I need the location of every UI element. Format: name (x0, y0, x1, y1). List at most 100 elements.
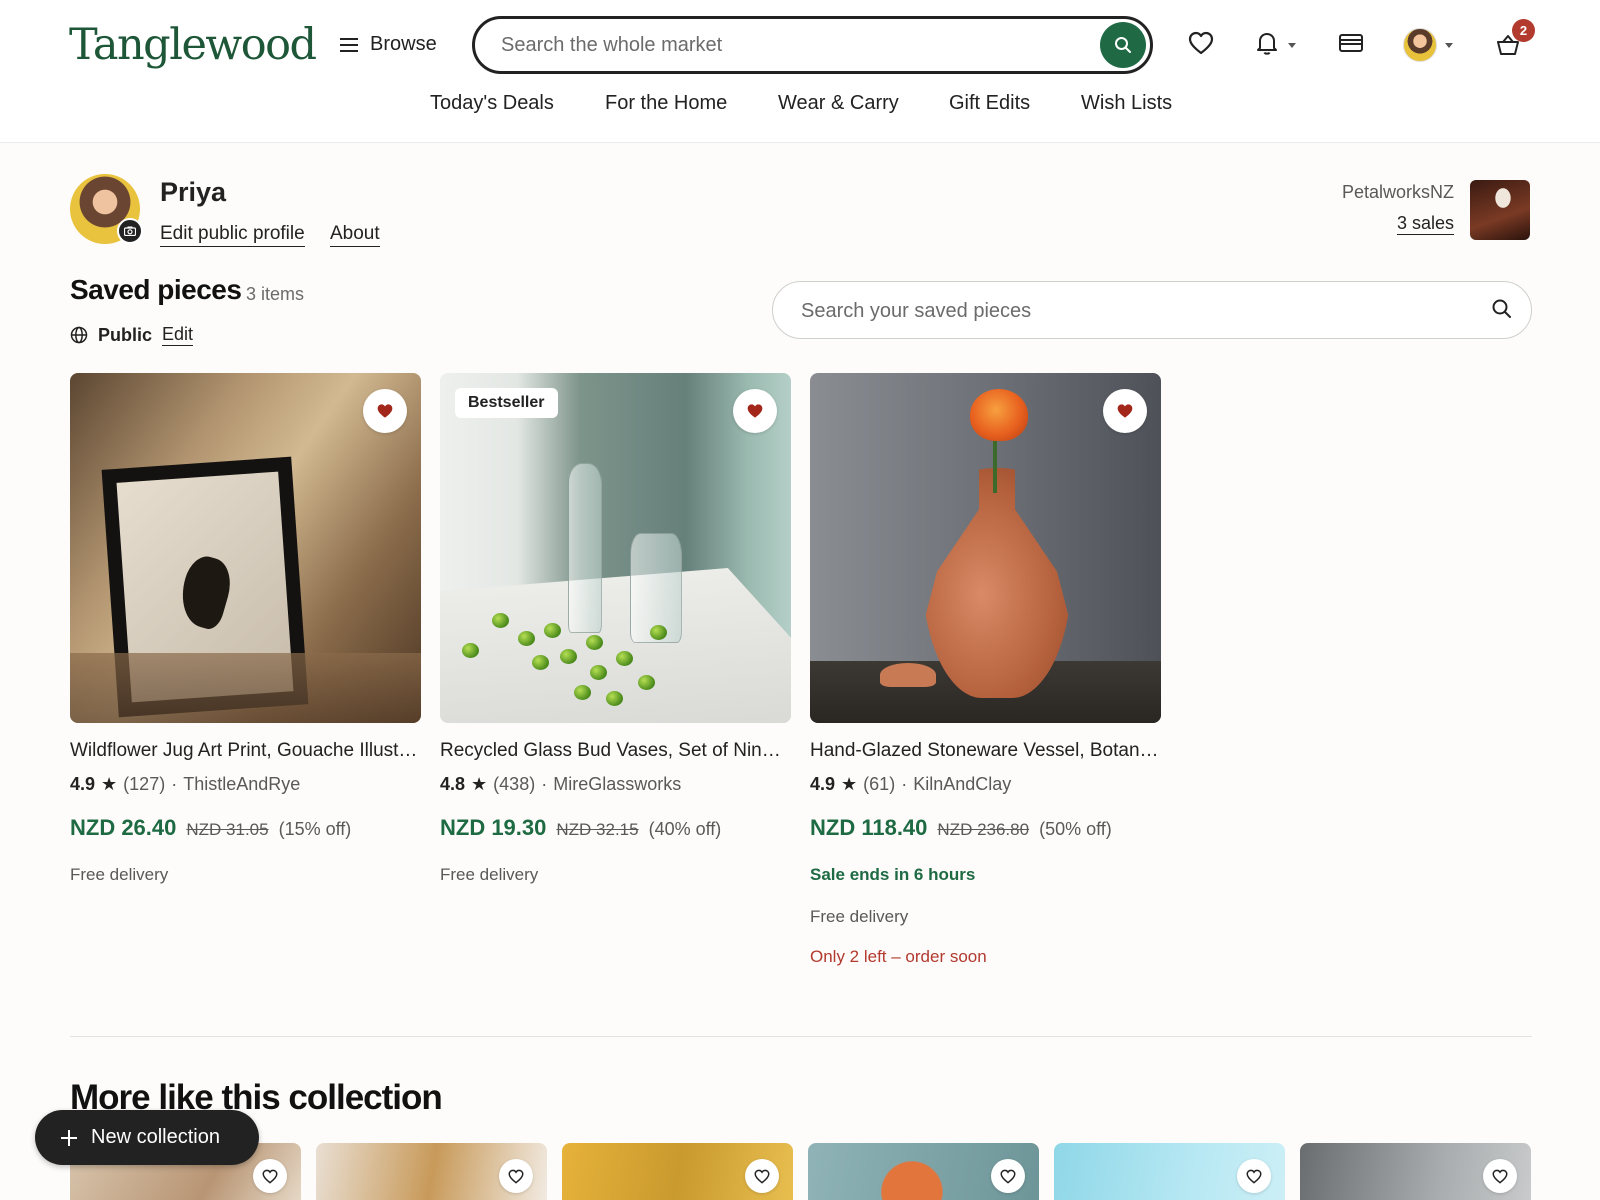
nav-item-wish-lists[interactable]: Wish Lists (1081, 92, 1172, 115)
low-stock-notice: Only 2 left – order soon (810, 947, 987, 966)
favorite-button[interactable] (1483, 1159, 1517, 1193)
heart-filled-icon (1117, 404, 1133, 418)
recommendation-card[interactable] (1300, 1143, 1531, 1200)
sale-price: NZD 19.30 (440, 815, 547, 840)
favorite-button[interactable] (253, 1159, 287, 1193)
price-row: NZD 118.40 NZD 236.80 (50% off) (810, 815, 1161, 841)
nav-item-gift-edits[interactable]: Gift Edits (949, 92, 1030, 115)
heart-icon (1246, 1169, 1262, 1184)
global-search-button[interactable] (1100, 22, 1146, 68)
rating-row: 4.9 ★ (127) · ThistleAndRye (70, 774, 301, 795)
profile-name: Priya (160, 177, 227, 207)
gift-card-icon (1339, 34, 1363, 52)
heart-icon (1492, 1169, 1508, 1184)
site-logo[interactable]: Tanglewood (69, 20, 317, 70)
gift-card-button[interactable] (1336, 28, 1366, 58)
favorite-button[interactable] (499, 1159, 533, 1193)
account-avatar[interactable] (1403, 28, 1437, 62)
new-collection-label: New collection (91, 1126, 220, 1148)
saved-card[interactable]: Wildflower Jug Art Print, Gouache Illust… (70, 373, 421, 885)
vase-shape (922, 468, 1072, 698)
change-photo-button[interactable] (117, 218, 143, 244)
delivery-info: Free delivery (440, 865, 539, 884)
bestseller-badge: Bestseller (455, 388, 558, 418)
unfavorite-button[interactable] (733, 389, 777, 433)
heart-icon (1188, 31, 1214, 55)
rating-value: 4.9 (810, 774, 836, 794)
seller-name[interactable]: ThistleAndRye (183, 774, 300, 795)
nav-item-wear-carry[interactable]: Wear & Carry (778, 92, 899, 115)
new-collection-button[interactable]: New collection (35, 1110, 259, 1165)
section-divider (70, 1036, 1532, 1037)
global-search (472, 16, 1153, 74)
global-search-input[interactable] (501, 32, 1061, 58)
recommendation-card[interactable] (316, 1143, 547, 1200)
delivery-info: Free delivery (810, 907, 909, 926)
delivery-info: Free delivery (70, 865, 169, 884)
rating-row: 4.9 ★ (61) · KilnAndClay (810, 774, 1012, 795)
heart-icon (1000, 1169, 1016, 1184)
menu-icon (340, 37, 358, 52)
visibility-edit-link[interactable]: Edit (162, 324, 194, 346)
visibility-row: Public Edit (70, 324, 194, 346)
favorites-button[interactable] (1186, 28, 1216, 58)
favorite-button[interactable] (1237, 1159, 1271, 1193)
nav-item-for-the-home[interactable]: For the Home (605, 92, 727, 115)
saved-card[interactable]: Hand-Glazed Stoneware Vessel, Botanical … (810, 373, 1161, 967)
unfavorite-button[interactable] (363, 389, 407, 433)
original-price: NZD 236.80 (937, 820, 1030, 839)
product-title[interactable]: Hand-Glazed Stoneware Vessel, Botanical … (810, 740, 1161, 762)
notifications-button[interactable] (1252, 28, 1282, 58)
shop-sales-link[interactable]: 3 sales (1396, 213, 1454, 235)
review-count: (127) (123, 774, 166, 794)
seller-name[interactable]: KilnAndClay (913, 774, 1011, 795)
camera-icon (124, 226, 136, 236)
product-image[interactable]: Bestseller (440, 373, 791, 723)
review-count: (61) (863, 774, 896, 794)
recommendation-card[interactable] (562, 1143, 793, 1200)
product-title[interactable]: Recycled Glass Bud Vases, Set of Nine Cl… (440, 740, 791, 762)
favorite-button[interactable] (991, 1159, 1025, 1193)
about-link[interactable]: About (330, 223, 380, 247)
search-icon[interactable] (1491, 298, 1513, 320)
heart-icon (754, 1169, 770, 1184)
recommendation-card[interactable] (808, 1143, 1039, 1200)
shop-thumbnail[interactable] (1470, 180, 1530, 240)
recommendation-card[interactable] (1054, 1143, 1285, 1200)
discount: (15% off) (278, 819, 352, 839)
sale-price: NZD 118.40 (810, 815, 928, 840)
sale-countdown: Sale ends in 6 hours (810, 865, 976, 884)
shop-name[interactable]: PetalworksNZ (1342, 182, 1454, 203)
review-count: (438) (493, 774, 536, 794)
visibility-status: Public (98, 324, 153, 345)
star-icon: ★ (471, 774, 488, 794)
account-caret-icon (1445, 43, 1453, 48)
star-icon: ★ (841, 774, 858, 794)
heart-filled-icon (747, 404, 763, 418)
category-nav: Today's Deals For the Home Wear & Carry … (0, 92, 1600, 122)
original-price: NZD 32.15 (556, 820, 639, 839)
saved-search-input[interactable] (801, 298, 1441, 324)
rating-row: 4.8 ★ (438) · MireGlassworks (440, 774, 682, 795)
browse-label: Browse (370, 33, 437, 55)
cart-count-badge: 2 (1512, 19, 1535, 42)
sale-price: NZD 26.40 (70, 815, 177, 840)
saved-count: 3 items (246, 284, 305, 304)
rating-value: 4.9 (70, 774, 96, 794)
saved-card[interactable]: Bestseller Recycled Glass Bud Vases, Set… (440, 373, 791, 885)
product-image[interactable] (70, 373, 421, 723)
product-image[interactable] (810, 373, 1161, 723)
browse-button[interactable]: Browse (340, 33, 437, 56)
original-price: NZD 31.05 (186, 820, 269, 839)
nav-item-todays-deals[interactable]: Today's Deals (430, 92, 554, 115)
price-row: NZD 26.40 NZD 31.05 (15% off) (70, 815, 421, 841)
discount: (50% off) (1039, 819, 1112, 839)
product-title[interactable]: Wildflower Jug Art Print, Gouache Illust… (70, 740, 421, 762)
site-header: Tanglewood Browse 2 Today's Deals For th… (0, 0, 1600, 143)
bell-icon (1257, 33, 1277, 55)
favorite-button[interactable] (745, 1159, 779, 1193)
seller-name[interactable]: MireGlassworks (553, 774, 681, 795)
edit-profile-link[interactable]: Edit public profile (160, 223, 305, 247)
unfavorite-button[interactable] (1103, 389, 1147, 433)
heart-icon (262, 1169, 278, 1184)
